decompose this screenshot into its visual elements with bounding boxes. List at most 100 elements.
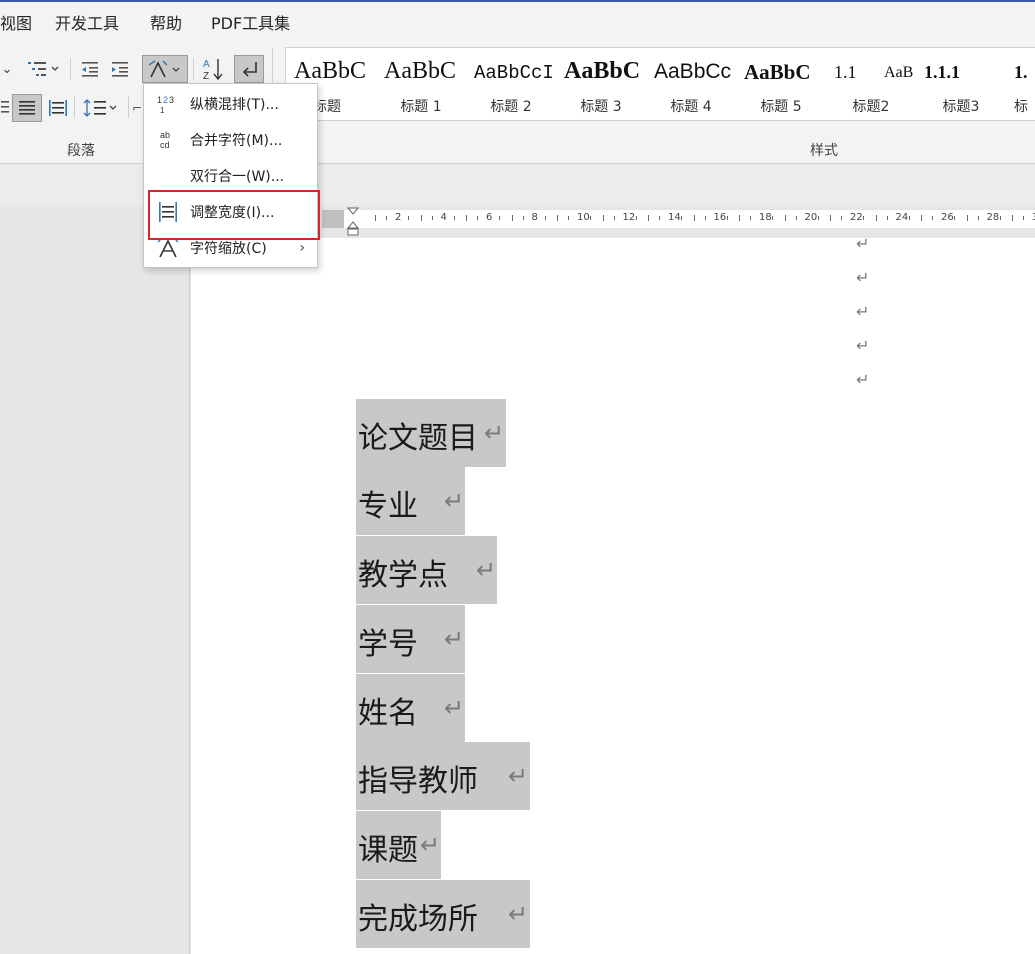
style-heading-2[interactable]: AaBbCcI 标题 2 (466, 48, 556, 120)
sort-button[interactable]: A Z (199, 54, 227, 84)
separator (70, 58, 71, 80)
svg-text:ab: ab (160, 130, 170, 140)
ruler-tick (659, 216, 660, 220)
document-line[interactable]: 指导教师 ↵ (356, 742, 530, 810)
shading-button[interactable]: ⌐ (132, 95, 142, 121)
line-spacing-button[interactable] (80, 95, 122, 121)
ruler-tick (1012, 215, 1013, 221)
paragraph-mark: ↵ (856, 268, 870, 287)
style-heading-4[interactable]: AaBbCc 标题 4 (646, 48, 736, 120)
ruler-tick (693, 215, 695, 221)
chevron-right-icon: › (299, 240, 305, 256)
ruler-tick (954, 216, 955, 220)
separator (74, 96, 75, 118)
ruler-tick (863, 216, 864, 220)
separator (128, 96, 129, 118)
ruler-tick (568, 216, 569, 220)
ruler-label: 26 (941, 212, 954, 223)
increase-indent-icon (112, 62, 128, 77)
tab-view[interactable]: 视图 (0, 10, 32, 34)
ruler-tick (750, 216, 751, 220)
ruler-tick (681, 216, 682, 220)
ribbon-tab-bar: 视图 开发工具 帮助 PDF工具集 (0, 2, 1035, 40)
tab-developer[interactable]: 开发工具 (55, 10, 119, 34)
menu-item-label: 纵横混排(T)... (190, 97, 279, 113)
chinese-layout-button[interactable] (142, 55, 188, 83)
style-sample: AaBbC (744, 60, 811, 84)
document-line[interactable]: 专业 ↵ (356, 467, 465, 535)
ruler-tick (932, 216, 933, 220)
indent-marker-icon[interactable] (347, 207, 359, 237)
styles-gallery: AaBbC 标题 AaBbC 标题 1 AaBbCcI 标题 2 AaBbC 标… (285, 47, 1035, 121)
paragraph-mark: ↵ (484, 419, 505, 447)
document-line[interactable]: 完成场所 ↵ (356, 880, 530, 948)
ruler-label: 6 (486, 212, 493, 223)
ruler-label: 18 (759, 212, 772, 223)
document-line[interactable]: 教学点 ↵ (356, 536, 497, 604)
style-name: 标题3 (942, 99, 980, 115)
ruler-tick (886, 216, 888, 220)
style-custom-heading-3[interactable]: 1.1.1 标题3 (916, 48, 1006, 120)
line-text: 论文题目 (358, 421, 478, 456)
ruler-margin (322, 210, 344, 228)
paragraph-mark: ↵ (444, 694, 465, 722)
decrease-indent-icon (82, 62, 98, 77)
document-line[interactable]: 姓名 ↵ (356, 674, 465, 742)
style-partial[interactable]: 1. 标 (1006, 48, 1035, 120)
menu-item-vertical-horizontal[interactable]: 1 2 3 1 纵横混排(T)... (144, 86, 317, 122)
list-dropdown-arrow[interactable]: ⌄ (0, 56, 14, 82)
ruler-tick (999, 216, 1001, 220)
style-custom-aab[interactable]: AaB (876, 48, 916, 120)
style-name: 标题 5 (760, 99, 802, 115)
paragraph-mark: ↵ (856, 336, 870, 355)
ruler-tick (511, 215, 513, 221)
multilevel-list-button[interactable] (22, 56, 64, 82)
tab-help[interactable]: 帮助 (150, 10, 182, 34)
line-spacing-icon (83, 99, 117, 117)
chinese-layout-menu: 1 2 3 1 纵横混排(T)... ab cd 合并字符(M)... 双行合一… (143, 83, 318, 268)
tab-pdf-tools[interactable]: PDF工具集 (211, 10, 290, 34)
decrease-indent-button[interactable] (78, 56, 102, 82)
ruler-tick (431, 216, 433, 220)
paragraph-mark: ↵ (444, 487, 465, 515)
style-heading-1[interactable]: AaBbC 标题 1 (376, 48, 466, 120)
svg-text:2: 2 (163, 95, 168, 105)
style-name: 标题 1 (400, 99, 442, 115)
ruler-tick (795, 216, 797, 220)
menu-item-label: 双行合一(W)... (190, 169, 285, 185)
document-page[interactable]: ↵ ↵ ↵ ↵ ↵ (191, 234, 1035, 954)
distributed-button[interactable] (45, 95, 71, 121)
ruler-tick (739, 215, 740, 221)
document-line[interactable]: 论文题目 ↵ (356, 399, 506, 467)
style-sample: AaBbC (564, 58, 641, 84)
ruler-tick (841, 216, 842, 220)
align-right-button[interactable] (0, 95, 10, 121)
style-sample: AaB (884, 64, 914, 81)
svg-text:1: 1 (157, 95, 162, 105)
show-formatting-marks-button[interactable] (234, 55, 264, 83)
increase-indent-button[interactable] (108, 56, 132, 82)
justify-button[interactable] (12, 94, 42, 122)
line-text: 完成场所 (358, 902, 478, 937)
menu-item-combine-characters[interactable]: ab cd 合并字符(M)... (144, 122, 317, 158)
ruler-tick (386, 216, 387, 220)
line-text: 专业 (358, 489, 418, 524)
ruler-tick (784, 215, 786, 221)
ruler-tick (477, 216, 478, 220)
vertical-horizontal-icon: 1 2 3 1 (156, 92, 180, 116)
ruler-label: 24 (895, 212, 909, 223)
style-heading-3[interactable]: AaBbC 标题 3 (556, 48, 646, 120)
ruler-tick (522, 216, 524, 220)
menu-item-label: 字符缩放(C) (190, 241, 267, 257)
style-heading-5[interactable]: AaBbC 标题 5 (736, 48, 826, 120)
ruler-tick (875, 215, 877, 221)
shading-icon: ⌐ (131, 101, 143, 115)
style-name: 标题 3 (580, 99, 622, 115)
ruler-tick (453, 216, 455, 220)
document-line[interactable]: 学号 ↵ (356, 605, 465, 673)
menu-item-two-lines-in-one[interactable]: 双行合一(W)... (144, 158, 317, 194)
ruler-label: 12 (622, 212, 636, 223)
ruler-tick (1023, 216, 1024, 220)
ruler-tick (772, 216, 773, 220)
document-line[interactable]: 课题 ↵ (356, 811, 441, 879)
